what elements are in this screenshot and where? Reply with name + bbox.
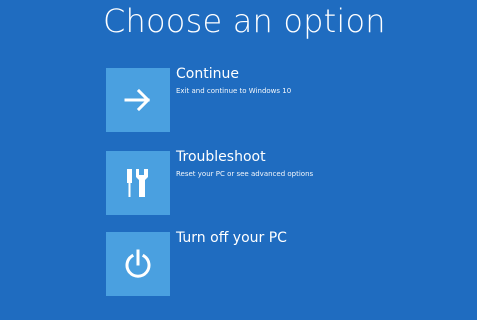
- troubleshoot-tile[interactable]: [106, 151, 170, 215]
- continue-description: Exit and continue to Windows 10: [176, 87, 292, 95]
- troubleshoot-option[interactable]: Troubleshoot Reset your PC or see advanc…: [106, 149, 406, 217]
- troubleshoot-description: Reset your PC or see advanced options: [176, 170, 314, 178]
- turn-off-option[interactable]: Turn off your PC: [106, 230, 406, 298]
- turn-off-label: Turn off your PC: [176, 230, 287, 246]
- arrow-right-icon: [124, 88, 151, 112]
- tools-icon: [127, 169, 148, 197]
- continue-label: Continue: [176, 66, 239, 82]
- troubleshoot-label: Troubleshoot: [176, 149, 266, 165]
- turn-off-tile[interactable]: [106, 232, 170, 296]
- continue-option[interactable]: Continue Exit and continue to Windows 10: [106, 66, 406, 134]
- page-title: Choose an option: [103, 2, 386, 40]
- power-icon: [125, 249, 151, 278]
- continue-tile[interactable]: [106, 68, 170, 132]
